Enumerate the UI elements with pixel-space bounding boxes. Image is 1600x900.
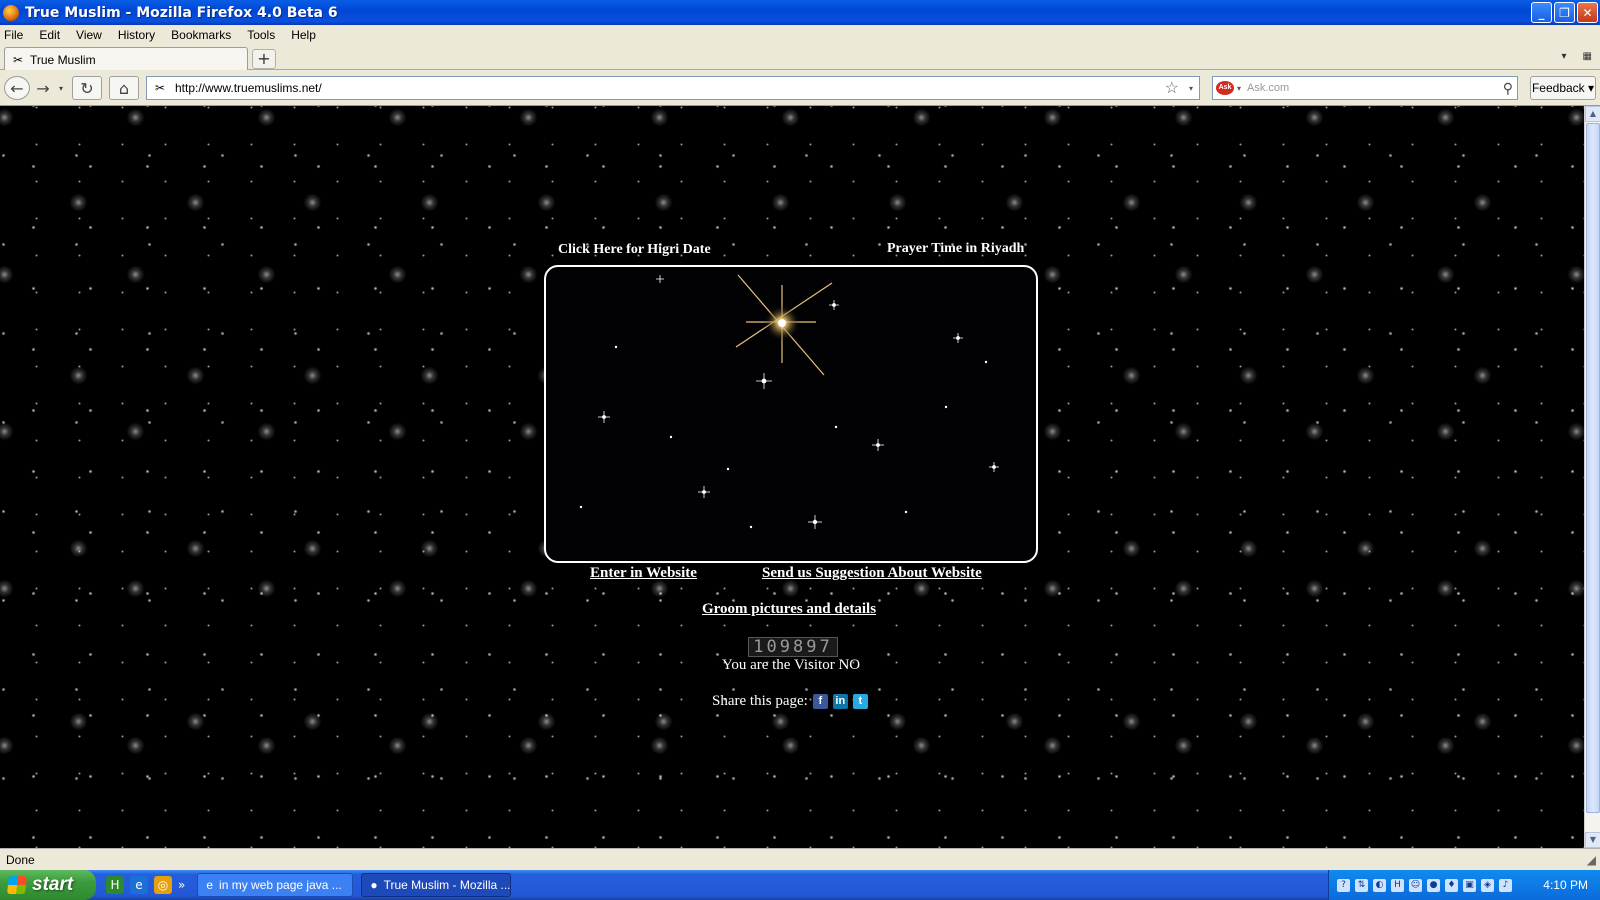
shield-icon[interactable]: ◈	[1481, 878, 1494, 892]
visitor-text: You are the Visitor NO	[722, 657, 861, 673]
list-all-tabs-icon[interactable]: ▾	[1562, 51, 1567, 62]
vertical-scrollbar[interactable]: ▲ ▼	[1584, 106, 1600, 848]
new-tab-button[interactable]: +	[252, 49, 276, 69]
menu-bar: File Edit View History Bookmarks Tools H…	[0, 25, 1600, 45]
tab-strip: ✂ True Muslim + ▾ ▦	[0, 45, 1600, 71]
feedback-label: Feedback	[1531, 81, 1585, 95]
tab-controls: ▾ ▦	[1562, 51, 1592, 62]
menu-tools[interactable]: Tools	[247, 28, 275, 42]
visitor-counter: 109897	[748, 637, 838, 657]
status-bar: Done ◢	[0, 848, 1600, 870]
reload-button[interactable]: ↻	[72, 76, 102, 100]
feedback-button[interactable]: Feedback ▾	[1530, 76, 1596, 100]
menu-view[interactable]: View	[76, 28, 102, 42]
share-row: Share this page: f in t	[712, 693, 868, 710]
history-dropdown-icon[interactable]: ▾	[56, 76, 66, 100]
tab-label: True Muslim	[30, 52, 96, 67]
url-bar[interactable]: ✂ http://www.truemuslims.net/ ☆ ▾	[146, 76, 1200, 100]
window-controls: _ ❐ ✕	[1531, 2, 1598, 23]
messenger-tray-icon[interactable]: ☺	[1409, 878, 1422, 892]
menu-bookmarks[interactable]: Bookmarks	[171, 28, 231, 42]
navigation-toolbar: ← → ▾ ↻ ⌂ ✂ http://www.truemuslims.net/ …	[0, 70, 1600, 106]
minimize-button[interactable]: _	[1531, 2, 1552, 23]
network-tray-icon[interactable]: ⇅	[1355, 878, 1368, 892]
taskbar-item-firefox[interactable]: ● True Muslim - Mozilla ...	[361, 873, 512, 897]
url-dropdown-icon[interactable]: ▾	[1189, 84, 1193, 93]
scroll-up-icon[interactable]: ▲	[1585, 106, 1600, 122]
site-favicon-icon: ✂	[12, 52, 24, 67]
search-icon[interactable]: ⚲	[1503, 80, 1513, 97]
resize-grip-icon[interactable]: ◢	[1587, 853, 1596, 867]
menu-edit[interactable]: Edit	[39, 28, 60, 42]
firefox-icon	[3, 4, 19, 21]
site-identity-icon: ✂	[154, 81, 166, 95]
tab-groups-icon[interactable]: ▦	[1583, 51, 1592, 62]
engine-dropdown-icon[interactable]: ▾	[1237, 84, 1241, 93]
starfield-animation	[544, 265, 1038, 563]
ie-icon: e	[206, 878, 214, 892]
menu-history[interactable]: History	[118, 28, 155, 42]
send-suggestion-link[interactable]: Send us Suggestion About Website	[762, 565, 982, 582]
taskbar-item-ie[interactable]: e in my web page java ...	[197, 873, 354, 897]
search-input[interactable]: Ask.com	[1247, 82, 1289, 94]
windows-taskbar: start H e ◎ » e in my web page java ... …	[0, 870, 1600, 900]
restore-button[interactable]: ❐	[1554, 2, 1575, 23]
ask-engine-icon[interactable]: Ask	[1216, 81, 1234, 95]
taskbar-clock: 4:10 PM	[1543, 878, 1588, 892]
scroll-thumb[interactable]	[1586, 123, 1600, 813]
taskbar-item-label: in my web page java ...	[219, 878, 342, 892]
bookmark-star-icon[interactable]: ☆	[1165, 78, 1179, 98]
menu-help[interactable]: Help	[291, 28, 316, 42]
quicklaunch-app-icon[interactable]: H	[106, 876, 124, 894]
taskbar-item-label: True Muslim - Mozilla ...	[383, 878, 511, 892]
menu-file[interactable]: File	[4, 28, 23, 42]
quicklaunch-more-icon[interactable]: »	[178, 878, 185, 892]
scroll-down-icon[interactable]: ▼	[1585, 832, 1600, 848]
close-button[interactable]: ✕	[1577, 2, 1598, 23]
internet-explorer-icon[interactable]: e	[130, 876, 148, 894]
url-text: http://www.truemuslims.net/	[175, 81, 322, 95]
facebook-icon[interactable]: f	[812, 694, 828, 709]
windows-flag-icon	[7, 876, 27, 894]
bright-star	[735, 274, 833, 376]
system-tray: ? ⇅ ◐ H ☺ ● ♦ ▣ ◈ ♪ 4:10 PM	[1328, 870, 1600, 900]
higri-date-link[interactable]: Click Here for Higri Date	[558, 242, 711, 258]
window-titlebar: True Muslim - Mozilla Firefox 4.0 Beta 6…	[0, 0, 1600, 25]
enter-website-link[interactable]: Enter in Website	[590, 565, 697, 582]
app-tray-icon[interactable]: ●	[1427, 878, 1440, 892]
volume-tray-icon[interactable]: ♪	[1499, 878, 1512, 892]
window-title: True Muslim - Mozilla Firefox 4.0 Beta 6	[25, 4, 338, 21]
firefox-icon: ●	[370, 878, 378, 892]
search-bar[interactable]: Ask ▾ Ask.com ⚲	[1212, 76, 1518, 100]
groom-pictures-link[interactable]: Groom pictures and details	[702, 601, 876, 618]
forward-button[interactable]: →	[32, 76, 54, 100]
home-button[interactable]: ⌂	[109, 76, 139, 100]
app-tray-icon[interactable]: ◐	[1373, 878, 1386, 892]
app-tray-icon[interactable]: H	[1391, 878, 1404, 892]
app-tray-icon[interactable]: ♦	[1445, 878, 1458, 892]
tab-true-muslim[interactable]: ✂ True Muslim	[4, 47, 248, 71]
start-button[interactable]: start	[0, 870, 96, 900]
prayer-time-link[interactable]: Prayer Time in Riyadh	[887, 241, 1024, 257]
app-tray-icon[interactable]: ▣	[1463, 878, 1476, 892]
quick-launch: H e ◎	[106, 876, 172, 894]
help-tray-icon[interactable]: ?	[1337, 878, 1350, 892]
starfield-svg	[579, 274, 999, 529]
share-label: Share this page:	[712, 693, 808, 709]
status-text: Done	[6, 852, 35, 867]
start-label: start	[32, 874, 74, 895]
quicklaunch-media-icon[interactable]: ◎	[154, 876, 172, 894]
twitter-icon[interactable]: t	[852, 694, 868, 709]
back-button[interactable]: ←	[4, 76, 30, 100]
linkedin-icon[interactable]: in	[832, 694, 848, 709]
